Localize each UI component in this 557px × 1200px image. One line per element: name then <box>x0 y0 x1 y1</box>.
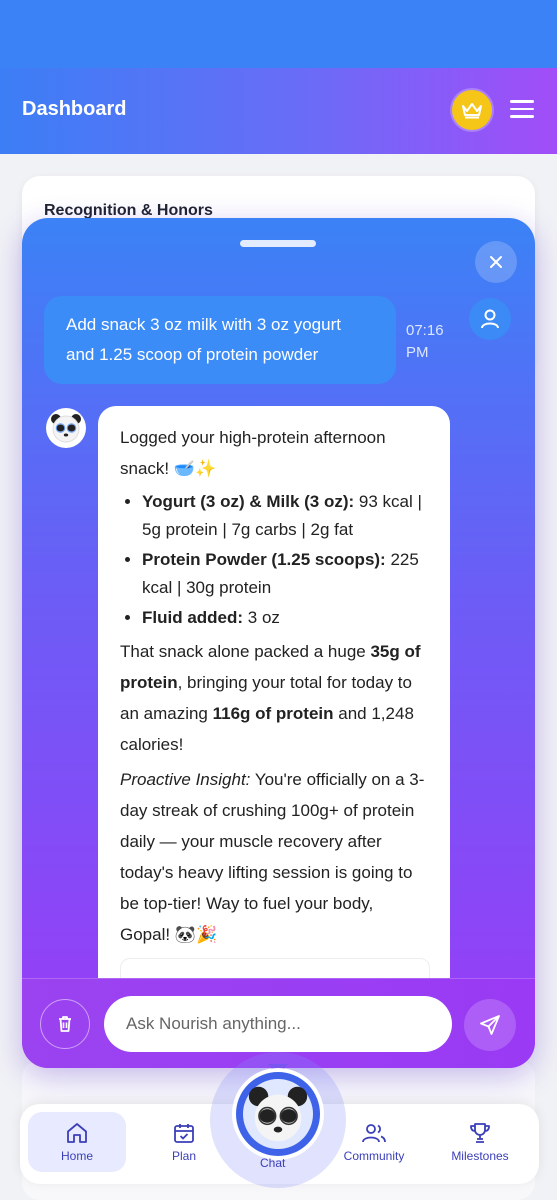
nav-item-chat[interactable] <box>232 1068 324 1160</box>
message-timestamp: 07:16 PM <box>406 322 444 361</box>
hamburger-menu-button[interactable] <box>510 100 534 120</box>
send-icon <box>480 1015 500 1035</box>
send-button[interactable] <box>464 999 516 1051</box>
list-item: Yogurt (3 oz) & Milk (3 oz): 93 kcal | 5… <box>142 488 428 544</box>
status-bar <box>0 0 557 68</box>
premium-crown-button[interactable] <box>452 90 492 130</box>
drag-handle[interactable] <box>240 240 316 247</box>
close-icon <box>490 256 502 268</box>
nav-label-milestones: Milestones <box>451 1149 509 1163</box>
nav-item-home[interactable]: Home <box>28 1112 126 1172</box>
list-item: Fluid added: 3 oz <box>142 604 428 632</box>
nutrition-list: Yogurt (3 oz) & Milk (3 oz): 93 kcal | 5… <box>120 488 428 632</box>
chat-input[interactable] <box>104 996 452 1052</box>
user-icon <box>481 309 499 329</box>
bot-insight: Proactive Insight: You're officially on … <box>120 770 425 944</box>
calendar-check-icon <box>174 1124 194 1143</box>
close-button[interactable] <box>475 241 517 283</box>
bot-message: Logged your high-protein afternoon snack… <box>98 406 450 1046</box>
users-icon <box>362 1124 386 1143</box>
bot-intro: Logged your high-protein afternoon snack… <box>120 428 386 478</box>
trophy-icon <box>470 1123 490 1143</box>
nav-label-plan: Plan <box>171 1149 197 1163</box>
nav-label-home: Home <box>60 1149 93 1163</box>
app-header: Dashboard <box>0 68 557 154</box>
nav-label-chat: Chat <box>260 1156 286 1170</box>
list-item: Protein Powder (1.25 scoops): 225 kcal |… <box>142 546 428 602</box>
panda-icon <box>51 414 81 443</box>
bot-avatar <box>46 408 86 448</box>
nav-label-community: Community <box>343 1149 405 1163</box>
home-icon <box>67 1123 87 1143</box>
user-message: Add snack 3 oz milk with 3 oz yogurt and… <box>44 296 396 384</box>
clear-chat-button[interactable] <box>40 999 90 1049</box>
panda-avatar <box>243 1079 313 1149</box>
crown-icon <box>462 103 482 119</box>
nav-item-milestones[interactable]: Milestones <box>440 1112 520 1172</box>
chat-modal: Add snack 3 oz milk with 3 oz yogurt and… <box>22 218 535 1068</box>
bot-summary: That snack alone packed a huge 35g of pr… <box>120 642 421 754</box>
trash-icon <box>59 1016 71 1032</box>
page-title: Dashboard <box>22 98 127 120</box>
user-avatar <box>469 298 511 340</box>
